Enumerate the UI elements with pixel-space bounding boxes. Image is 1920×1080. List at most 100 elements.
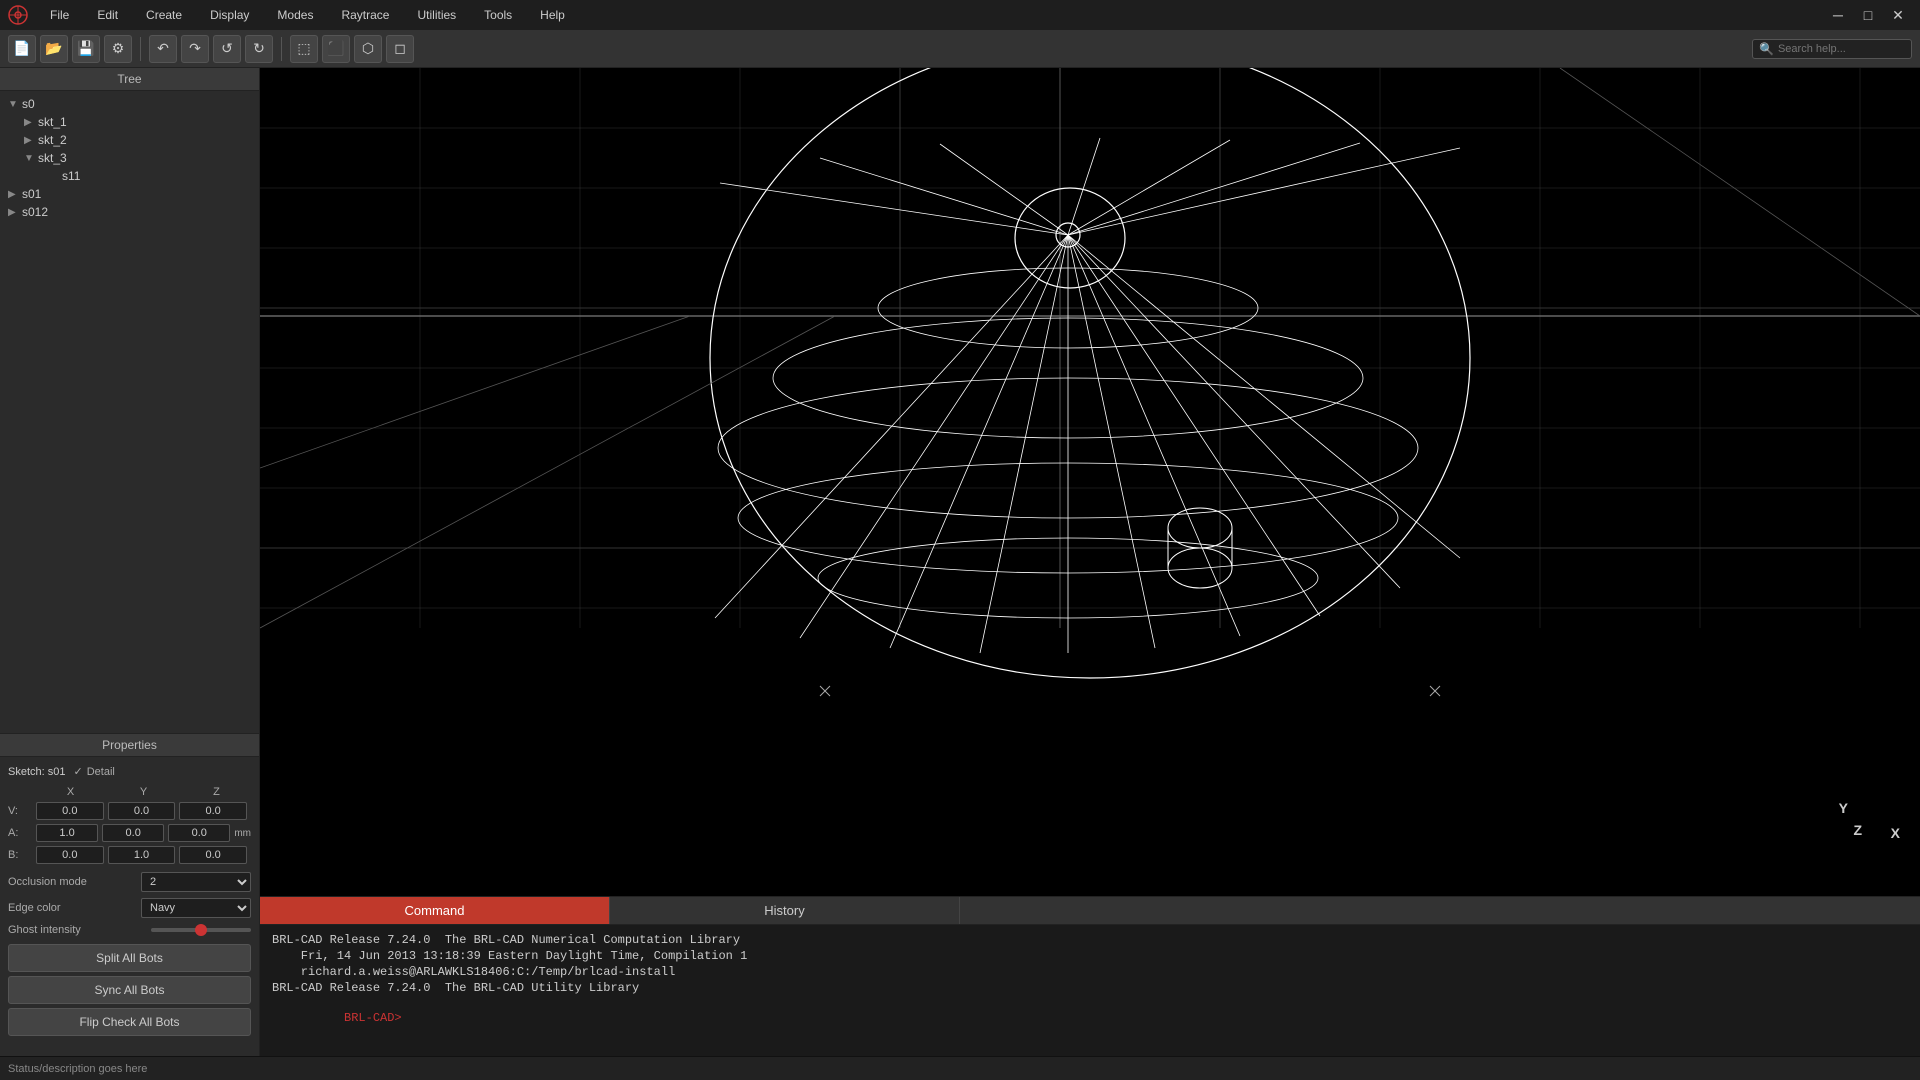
new-file-button[interactable]: 📄 (8, 35, 36, 63)
occlusion-select[interactable]: 2 1 3 (141, 872, 251, 892)
command-output: BRL-CAD Release 7.24.0 The BRL-CAD Numer… (260, 925, 1920, 1056)
split-all-bots-button[interactable]: Split All Bots (8, 944, 251, 972)
menu-edit[interactable]: Edit (91, 6, 124, 24)
sketch-row: Sketch: s01 ✓ Detail (8, 765, 251, 778)
menu-create[interactable]: Create (140, 6, 188, 24)
open-file-button[interactable]: 📂 (40, 35, 68, 63)
properties-header: Properties (0, 734, 259, 757)
tree-item-s012[interactable]: ▶ s012 (0, 203, 259, 221)
tree-arrow-s01: ▶ (8, 189, 18, 200)
select-button[interactable]: ⬚ (290, 35, 318, 63)
prompt-label: BRL-CAD> (344, 1011, 402, 1025)
view3d-button[interactable]: ⬡ (354, 35, 382, 63)
v-x-input[interactable] (36, 802, 104, 820)
tree-item-skt1[interactable]: ▶ skt_1 (0, 113, 259, 131)
tree-arrow-s0: ▼ (8, 99, 18, 110)
menu-utilities[interactable]: Utilities (411, 6, 462, 24)
a-x-input[interactable] (36, 824, 98, 842)
tree-item-skt2[interactable]: ▶ skt_2 (0, 131, 259, 149)
detail-check[interactable]: ✓ Detail (73, 765, 114, 778)
ghost-slider-thumb[interactable] (195, 924, 207, 936)
toolbar-separator-2 (281, 37, 282, 61)
close-button[interactable]: ✕ (1884, 4, 1912, 26)
tree-label-skt2: skt_2 (38, 133, 67, 147)
properties-content: Sketch: s01 ✓ Detail X Y Z V: (0, 757, 259, 1048)
save-file-button[interactable]: 💾 (72, 35, 100, 63)
zoom-button[interactable]: ⬛ (322, 35, 350, 63)
detail-label: Detail (87, 766, 115, 778)
preferences-button[interactable]: ⚙ (104, 35, 132, 63)
sketch-label: Sketch: s01 (8, 766, 65, 778)
z-axis-label: Z (1853, 822, 1862, 838)
search-input[interactable] (1778, 43, 1905, 55)
minimize-button[interactable]: ─ (1824, 4, 1852, 26)
v-z-input[interactable] (179, 802, 247, 820)
a-y-input[interactable] (102, 824, 164, 842)
viewport-svg (260, 68, 1920, 896)
bottom-tabs: Command History (260, 897, 1920, 925)
search-icon: 🔍 (1759, 42, 1774, 56)
tree-item-s11[interactable]: s11 (0, 167, 259, 185)
console-line-0: BRL-CAD Release 7.24.0 The BRL-CAD Numer… (272, 933, 1908, 947)
ghost-intensity-label: Ghost intensity (8, 924, 81, 936)
edge-color-select[interactable]: Navy White Red Green (141, 898, 251, 918)
menu-help[interactable]: Help (534, 6, 571, 24)
detail-checkmark-icon: ✓ (73, 765, 82, 778)
viewport[interactable]: Y Z X (260, 68, 1920, 896)
tree-label-skt3: skt_3 (38, 151, 67, 165)
b-z-input[interactable] (179, 846, 247, 864)
menu-raytrace[interactable]: Raytrace (335, 6, 395, 24)
tree-item-skt3[interactable]: ▼ skt_3 (0, 149, 259, 167)
sync-all-bots-button[interactable]: Sync All Bots (8, 976, 251, 1004)
tab-history[interactable]: History (610, 897, 960, 924)
undo2-button[interactable]: ↺ (213, 35, 241, 63)
tree-item-s0[interactable]: ▼ s0 (0, 95, 259, 113)
y-axis-label: Y (1839, 800, 1848, 816)
console-line-2: richard.a.weiss@ARLAWKLS18406:C:/Temp/br… (272, 965, 1908, 979)
v-row: V: (8, 802, 251, 820)
render-button[interactable]: ◻ (386, 35, 414, 63)
left-panel: Tree ▼ s0 ▶ skt_1 ▶ skt_2 ▼ skt_3 (0, 68, 260, 1056)
ghost-slider-track (151, 928, 251, 932)
v-y-input[interactable] (108, 802, 176, 820)
y-header: Y (109, 786, 178, 798)
x-header: X (36, 786, 105, 798)
toolbar: 📄 📂 💾 ⚙ ↶ ↷ ↺ ↻ ⬚ ⬛ ⬡ ◻ 🔍 (0, 30, 1920, 68)
xyz-headers: X Y Z (8, 786, 251, 798)
tree-arrow-skt3: ▼ (24, 153, 34, 164)
menu-modes[interactable]: Modes (271, 6, 319, 24)
tree-label-s012: s012 (22, 205, 48, 219)
menu-file[interactable]: File (44, 6, 75, 24)
window-controls: ─ □ ✕ (1824, 4, 1912, 26)
tree-label-s11: s11 (62, 169, 80, 183)
tab-command[interactable]: Command (260, 897, 610, 924)
tree-arrow-s012: ▶ (8, 207, 18, 218)
menu-display[interactable]: Display (204, 6, 255, 24)
tree-item-s01[interactable]: ▶ s01 (0, 185, 259, 203)
x-axis-label: X (1891, 825, 1900, 841)
redo-button[interactable]: ↷ (181, 35, 209, 63)
edge-color-row: Edge color Navy White Red Green (8, 898, 251, 918)
tree-header: Tree (0, 68, 259, 91)
undo-button[interactable]: ↶ (149, 35, 177, 63)
menu-tools[interactable]: Tools (478, 6, 518, 24)
bottom-panel: Command History BRL-CAD Release 7.24.0 T… (260, 896, 1920, 1056)
maximize-button[interactable]: □ (1854, 4, 1882, 26)
main-content: Tree ▼ s0 ▶ skt_1 ▶ skt_2 ▼ skt_3 (0, 68, 1920, 1056)
v-label: V: (8, 805, 32, 817)
occlusion-label: Occlusion mode (8, 876, 87, 888)
viewport-area: Y Z X Command History BRL-CAD Release 7.… (260, 68, 1920, 1056)
toolbar-separator-1 (140, 37, 141, 61)
app-logo-icon (8, 5, 28, 25)
properties-panel: Properties Sketch: s01 ✓ Detail X Y Z V (0, 733, 259, 1056)
flip-check-all-bots-button[interactable]: Flip Check All Bots (8, 1008, 251, 1036)
a-z-input[interactable] (168, 824, 230, 842)
z-header: Z (182, 786, 251, 798)
b-y-input[interactable] (108, 846, 176, 864)
tree-label-s01: s01 (22, 187, 41, 201)
redo2-button[interactable]: ↻ (245, 35, 273, 63)
b-x-input[interactable] (36, 846, 104, 864)
status-text: Status/description goes here (8, 1063, 147, 1075)
tree-arrow-skt2: ▶ (24, 135, 34, 146)
b-row: B: (8, 846, 251, 864)
